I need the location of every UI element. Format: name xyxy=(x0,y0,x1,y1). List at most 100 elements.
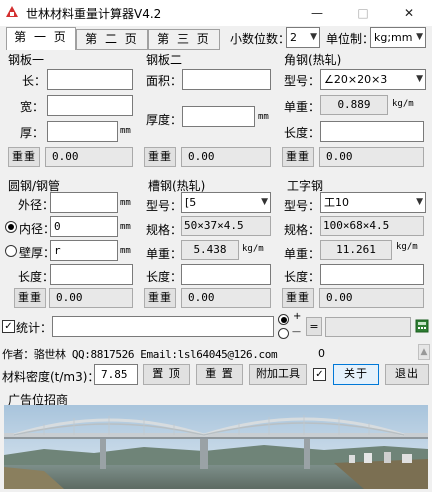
angle-model-select[interactable]: ∠20×20×3 ▼ xyxy=(320,69,426,90)
ibeam-unit-weight-unit: kg/m xyxy=(396,242,418,252)
tab-page-2[interactable]: 第 二 页 xyxy=(76,29,148,49)
round-weight-button[interactable]: 重重 xyxy=(14,288,46,308)
channel-spec-label: 规格： xyxy=(146,223,183,237)
round-result: 0.00 xyxy=(49,288,133,308)
round-inner-input[interactable]: 0 xyxy=(50,216,118,237)
stats-label: 统计： xyxy=(16,321,53,335)
channel-length-label: 长度： xyxy=(146,270,183,284)
chevron-down-icon: ▼ xyxy=(416,74,423,84)
tab-page-1[interactable]: 第 一 页 xyxy=(6,27,76,50)
stats-checkbox[interactable]: ✓ xyxy=(2,320,15,333)
plus-radio[interactable] xyxy=(278,314,289,325)
angle-model-value: ∠20×20×3 xyxy=(324,73,388,86)
plate1-weight-button[interactable]: 重重 xyxy=(8,147,40,167)
wall-thickness-radio[interactable] xyxy=(5,245,17,257)
minimize-button[interactable]: — xyxy=(294,0,340,26)
ibeam-result: 0.00 xyxy=(319,288,424,308)
plate1-width-label: 宽： xyxy=(20,100,45,114)
title-bar: 世林材料重量计算器V4.2 — □ ✕ xyxy=(0,0,432,26)
addon-tools-button[interactable]: 附加工具 xyxy=(249,364,307,385)
angle-unit-weight-label: 单重： xyxy=(284,100,321,114)
equals-button[interactable]: = xyxy=(306,317,322,336)
plate2-thickness-label: 厚度： xyxy=(146,113,183,127)
channel-model-value: [5 xyxy=(185,196,197,209)
ibeam-spec-label: 规格： xyxy=(284,223,321,237)
pin-top-button[interactable]: 置 顶 xyxy=(143,364,190,385)
channel-model-select[interactable]: [5 ▼ xyxy=(181,192,271,213)
plate2-area-input[interactable] xyxy=(182,69,271,90)
plate1-length-input[interactable] xyxy=(47,69,133,90)
channel-result: 0.00 xyxy=(181,288,271,308)
ibeam-model-value: 工10 xyxy=(324,196,349,209)
round-length-label: 长度： xyxy=(18,270,55,284)
angle-length-label: 长度： xyxy=(284,126,321,140)
window-title: 世林材料重量计算器V4.2 xyxy=(26,7,162,21)
channel-unit-weight-unit: kg/m xyxy=(242,244,264,254)
bridge-image xyxy=(4,405,428,489)
option-checkbox[interactable]: ✓ xyxy=(313,368,326,381)
scroll-up-icon[interactable]: ▲ xyxy=(418,344,430,360)
minus-label: — xyxy=(292,327,301,337)
plate2-thickness-input[interactable] xyxy=(182,106,255,127)
plate2-area-label: 面积： xyxy=(146,74,183,88)
plate1-width-input[interactable] xyxy=(47,95,133,116)
about-button[interactable]: 关于 xyxy=(333,364,379,385)
ibeam-length-input[interactable] xyxy=(320,264,424,285)
chevron-down-icon: ▼ xyxy=(310,32,317,42)
chevron-down-icon: ▼ xyxy=(261,197,268,207)
angle-weight-button[interactable]: 重重 xyxy=(282,147,314,167)
round-outer-label: 外径： xyxy=(18,198,55,212)
plate1-title: 钢板一 xyxy=(8,53,45,67)
plate2-title: 钢板二 xyxy=(146,53,183,67)
plus-label: + xyxy=(293,311,302,322)
maximize-button[interactable]: □ xyxy=(340,0,386,26)
unit-system-label: 单位制： xyxy=(326,32,375,46)
channel-spec-value: 50×37×4.5 xyxy=(181,216,271,236)
app-icon xyxy=(6,6,18,17)
decimals-label: 小数位数： xyxy=(230,32,291,46)
chevron-down-icon: ▼ xyxy=(416,32,423,42)
round-wall-input[interactable]: r xyxy=(50,240,118,261)
angle-length-input[interactable] xyxy=(320,121,424,142)
density-input[interactable]: 7.85 xyxy=(94,364,138,385)
density-label: 材料密度(t/m3)： xyxy=(2,370,100,384)
ibeam-unit-weight-value: 11.261 xyxy=(320,240,392,260)
ibeam-title: 工字钢 xyxy=(287,179,324,193)
ibeam-model-select[interactable]: 工10 ▼ xyxy=(320,192,426,213)
channel-unit-weight-value: 5.438 xyxy=(181,240,239,260)
plate2-weight-button[interactable]: 重重 xyxy=(144,147,176,167)
channel-weight-button[interactable]: 重重 xyxy=(144,288,176,308)
channel-model-label: 型号： xyxy=(146,199,183,213)
unit-system-select[interactable]: kg;mm ▼ xyxy=(370,27,426,48)
round-length-input[interactable] xyxy=(50,264,133,285)
stats-result xyxy=(325,317,411,337)
plate1-thickness-label: 厚： xyxy=(20,126,45,140)
ibeam-unit-weight-label: 单重： xyxy=(284,247,321,261)
close-button[interactable]: ✕ xyxy=(386,0,432,26)
unit-system-value: kg;mm xyxy=(374,31,413,44)
ibeam-spec-value: 100×68×4.5 xyxy=(320,216,424,236)
plate1-thickness-input[interactable] xyxy=(47,121,118,142)
plate1-result: 0.00 xyxy=(45,147,133,167)
round-outer-input[interactable] xyxy=(50,192,118,213)
minus-radio[interactable] xyxy=(278,328,289,339)
author-info: 作者：骆世林 QQ:8817526 Email:lsl64045@126.com xyxy=(2,348,278,361)
plate1-length-label: 长： xyxy=(22,74,47,88)
angle-unit-weight-unit: kg/m xyxy=(392,99,414,109)
stats-input[interactable] xyxy=(52,316,274,337)
ibeam-model-label: 型号： xyxy=(284,199,321,213)
calculator-icon[interactable] xyxy=(415,319,429,333)
tab-page-3[interactable]: 第 三 页 xyxy=(148,29,220,49)
decimals-select[interactable]: 2 ▼ xyxy=(286,27,320,48)
channel-length-input[interactable] xyxy=(181,264,271,285)
ibeam-length-label: 长度： xyxy=(284,270,321,284)
reset-button[interactable]: 重 置 xyxy=(196,364,243,385)
angle-result: 0.00 xyxy=(319,147,424,167)
plate2-thickness-unit: mm xyxy=(258,112,269,122)
plate1-thickness-unit: mm xyxy=(120,126,131,136)
inner-diameter-radio[interactable] xyxy=(5,221,17,233)
ibeam-weight-button[interactable]: 重重 xyxy=(282,288,314,308)
exit-button[interactable]: 退出 xyxy=(385,364,429,385)
round-inner-unit: mm xyxy=(120,222,131,232)
plate2-result: 0.00 xyxy=(181,147,271,167)
